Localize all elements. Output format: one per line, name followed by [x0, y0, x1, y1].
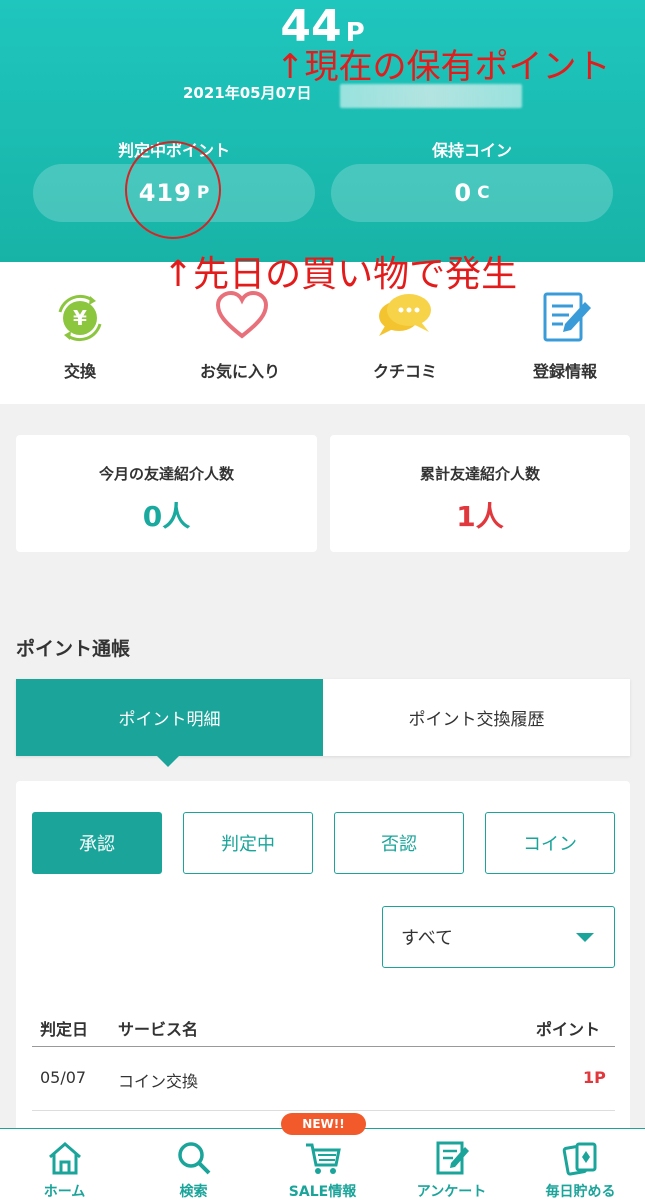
- menu-label-exchange: 交換: [63, 362, 96, 381]
- speech-bubble-icon: [379, 294, 431, 336]
- nav-daily[interactable]: 毎日貯める: [516, 1129, 645, 1200]
- edit-document-icon: [543, 292, 591, 342]
- service-select[interactable]: すべて: [382, 906, 615, 968]
- tab-exchange-history[interactable]: ポイント交換履歴: [323, 679, 630, 756]
- monthly-referrals-card: 今月の友達紹介人数 0人: [16, 435, 317, 552]
- cards-icon: [562, 1142, 597, 1176]
- column-header-date: 判定日: [40, 1020, 89, 1039]
- coin-label: 保持コイン: [431, 141, 512, 160]
- annotation-circle: [125, 141, 221, 239]
- coin-pill[interactable]: 0C: [331, 164, 613, 222]
- coin-value: 0: [454, 179, 473, 207]
- filter-pending-button[interactable]: 判定中: [183, 812, 313, 874]
- survey-icon: [436, 1141, 469, 1175]
- nav-label-survey: アンケート: [416, 1184, 487, 1200]
- chevron-down-icon: [576, 933, 594, 942]
- nav-sale[interactable]: SALE情報: [258, 1129, 387, 1200]
- filter-approved-button[interactable]: 承認: [32, 812, 162, 874]
- filter-rejected-button[interactable]: 否認: [334, 812, 464, 874]
- nav-label-sale: SALE情報: [288, 1184, 357, 1200]
- tab-point-details[interactable]: ポイント明細: [16, 679, 323, 756]
- new-badge: NEW!!: [281, 1113, 366, 1135]
- total-referrals-label: 累計友達紹介人数: [419, 465, 540, 483]
- nav-label-home: ホーム: [43, 1184, 86, 1200]
- annotation-current-points: ↑現在の保有ポイント: [276, 47, 611, 87]
- monthly-referrals-label: 今月の友達紹介人数: [98, 465, 234, 483]
- current-points-unit: P: [345, 18, 365, 48]
- table-header-divider: [32, 1046, 615, 1047]
- filter-coin-button[interactable]: コイン: [485, 812, 615, 874]
- nav-label-daily: 毎日貯める: [545, 1184, 616, 1200]
- annotation-pending-points: ↑先日の買い物で発生: [163, 254, 518, 295]
- passbook-tabs: ポイント明細 ポイント交換履歴: [16, 679, 630, 756]
- nav-survey[interactable]: アンケート: [387, 1129, 516, 1200]
- row-date: 05/07: [40, 1068, 87, 1087]
- heart-icon: [215, 290, 269, 339]
- total-referrals-card: 累計友達紹介人数 1人: [330, 435, 630, 552]
- column-header-points: ポイント: [536, 1020, 601, 1039]
- points-header: 44 P 2021年05月07日 判定中ポイント 保持コイン 419 P 0C: [0, 0, 645, 262]
- menu-label-reviews: クチコミ: [372, 362, 437, 381]
- cart-icon: [306, 1143, 341, 1174]
- coin-unit: C: [477, 183, 490, 203]
- nav-search[interactable]: 検索: [129, 1129, 258, 1200]
- home-icon: [49, 1142, 81, 1175]
- nav-label-search: 検索: [179, 1184, 208, 1200]
- menu-label-favorites: お気に入り: [199, 362, 280, 381]
- total-referrals-value: 1人: [456, 500, 504, 533]
- nav-home[interactable]: ホーム: [0, 1129, 129, 1200]
- active-tab-arrow: [157, 756, 179, 767]
- current-points-value: 44: [280, 1, 342, 52]
- redacted-area: [340, 84, 522, 108]
- table-row-divider: [32, 1110, 615, 1111]
- passbook-title: ポイント通帳: [16, 638, 131, 660]
- monthly-referrals-value: 0人: [142, 500, 191, 533]
- bottom-nav: ホーム 検索 SALE情報 アンケート 毎日貯める: [0, 1128, 645, 1200]
- exchange-yen-icon: ¥: [58, 294, 102, 342]
- service-select-value: すべて: [401, 928, 454, 949]
- svg-text:¥: ¥: [73, 306, 87, 330]
- column-header-service: サービス名: [118, 1020, 199, 1039]
- search-icon: [178, 1142, 211, 1175]
- row-points: 1P: [583, 1068, 606, 1087]
- menu-label-registration: 登録情報: [532, 362, 597, 381]
- row-service: コイン交換: [118, 1072, 199, 1091]
